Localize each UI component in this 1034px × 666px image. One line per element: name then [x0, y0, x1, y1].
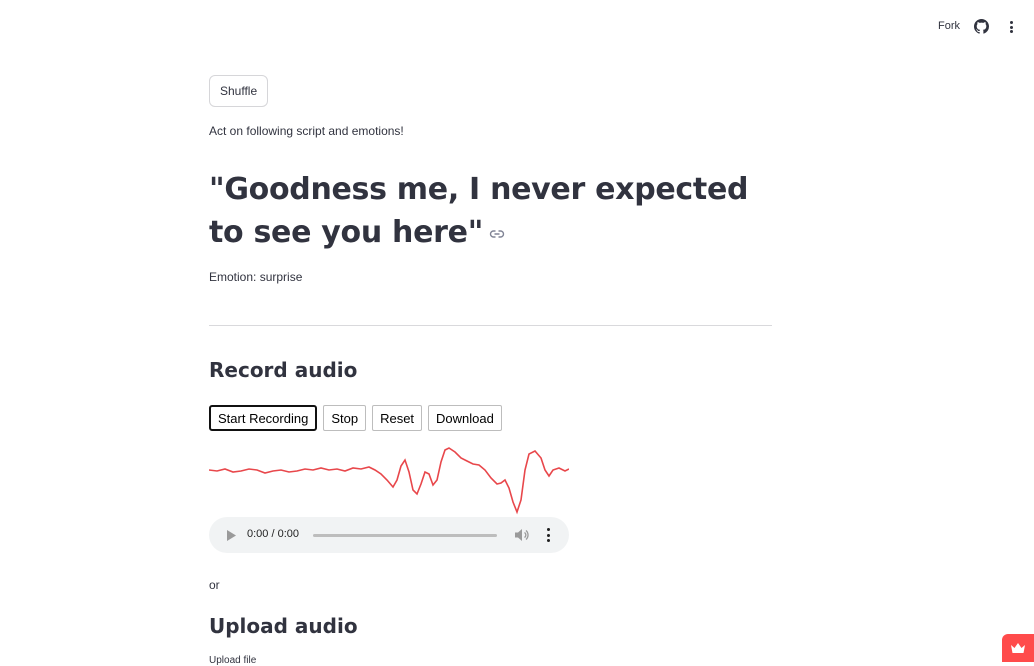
more-options-icon[interactable]	[546, 528, 550, 542]
audio-player[interactable]: 0:00 / 0:00	[209, 517, 569, 553]
start-recording-button[interactable]: Start Recording	[209, 405, 318, 431]
divider	[209, 325, 772, 326]
upload-audio-heading: Upload audio	[209, 614, 358, 638]
script-quote-heading: "Goodness me, I never expected to see yo…	[209, 168, 772, 254]
download-button[interactable]: Download	[428, 405, 502, 431]
audio-time: 0:00 / 0:00	[247, 528, 299, 540]
or-separator: or	[209, 578, 220, 592]
quote-text: "Goodness me, I never expected to see yo…	[209, 172, 749, 250]
volume-icon[interactable]	[515, 528, 530, 542]
github-icon[interactable]	[974, 19, 989, 34]
upload-file-label: Upload file	[209, 655, 257, 666]
recorder-controls: Start Recording Stop Reset Download	[209, 405, 502, 431]
audio-seek-bar[interactable]	[313, 534, 497, 537]
streamlit-badge[interactable]	[1002, 634, 1034, 662]
crown-icon	[1011, 643, 1025, 653]
app-header: Fork	[0, 0, 1034, 52]
reset-button[interactable]: Reset	[372, 405, 423, 431]
record-audio-heading: Record audio	[209, 358, 358, 382]
kebab-menu-icon[interactable]	[1004, 19, 1018, 35]
shuffle-button[interactable]: Shuffle	[209, 75, 269, 107]
emotion-text: Emotion: surprise	[209, 270, 303, 284]
fork-link[interactable]: Fork	[938, 20, 960, 32]
stop-button[interactable]: Stop	[323, 405, 367, 431]
anchor-link-icon[interactable]	[489, 229, 505, 239]
instruction-text: Act on following script and emotions!	[209, 124, 404, 138]
audio-waveform	[209, 447, 569, 515]
play-icon[interactable]	[226, 530, 236, 541]
